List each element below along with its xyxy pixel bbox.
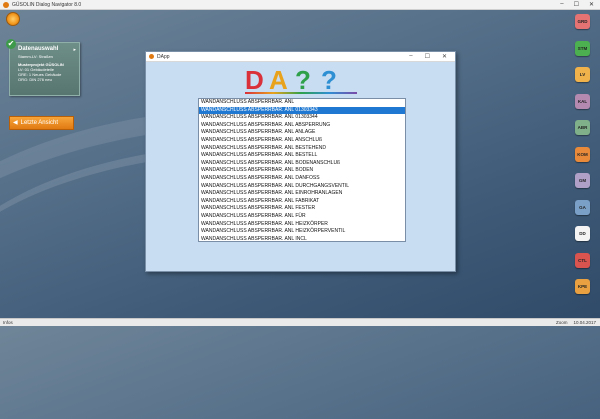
- zoom-label: Zoom: [555, 320, 568, 325]
- close-button[interactable]: ✕: [589, 1, 594, 8]
- status-info: Infos: [3, 320, 13, 325]
- logo-letter-a: A: [269, 67, 288, 91]
- checkmark-icon: ✔: [6, 39, 16, 49]
- list-item[interactable]: WANDANSCHLUSS ABSPERRBAR. ANL FABRIKAT: [199, 198, 405, 206]
- dialog-title: DApp: [157, 53, 170, 60]
- module-button-abr[interactable]: ABR: [575, 120, 590, 135]
- dialog-window-controls: – ☐ ✕: [409, 53, 447, 60]
- list-item[interactable]: WANDANSCHLUSS ABSPERRBAR. ANL BODEN: [199, 167, 405, 175]
- maximize-button[interactable]: ☐: [574, 1, 579, 8]
- module-button-grd[interactable]: GRD: [575, 14, 590, 29]
- module-button-lv[interactable]: LV: [575, 67, 590, 82]
- logo-letter-p: ?: [295, 67, 311, 91]
- detail-line: ORG: DIN 276 neu: [18, 77, 52, 82]
- dialog-app-icon: [149, 54, 154, 59]
- last-view-label: Letzte Ansicht: [20, 120, 58, 126]
- logo-letter-d: D: [245, 67, 264, 91]
- list-item[interactable]: WANDANSCHLUSS ABSPERRBAR. ANL ANLAGE: [199, 129, 405, 137]
- list-item[interactable]: WANDANSCHLUSS ABSPERRBAR. ANL EINROHRANL…: [199, 190, 405, 198]
- list-item[interactable]: WANDANSCHLUSS ABSPERRBAR. ANL FESTER: [199, 205, 405, 213]
- status-date: 10.04.2017: [573, 320, 596, 325]
- list-item[interactable]: WANDANSCHLUSS ABSPERRBAR. ANL BESTEHEND: [199, 145, 405, 153]
- logo-underline: [245, 92, 357, 94]
- panel-details: Musterprojekt GÜSOLIN LV: 01 Gebäudeteil…: [18, 62, 64, 82]
- list-item[interactable]: WANDANSCHLUSS ABSPERRBAR. ANL 01303343: [199, 106, 405, 115]
- list-item[interactable]: WANDANSCHLUSS ABSPERRBAR. ANL ANSCHLUß: [199, 137, 405, 145]
- module-button-gm[interactable]: GM: [575, 173, 590, 188]
- list-item[interactable]: WANDANSCHLUSS ABSPERRBAR. ANL DURCHGANGS…: [199, 183, 405, 191]
- app-icon: [3, 1, 9, 8]
- dialog-maximize-button[interactable]: ☐: [425, 53, 430, 60]
- minimize-button[interactable]: –: [560, 1, 563, 8]
- list-item[interactable]: WANDANSCHLUSS ABSPERRBAR. ANL HEIZKÖRPER…: [199, 228, 405, 236]
- list-item[interactable]: WANDANSCHLUSS ABSPERRBAR. ANL: [199, 99, 405, 107]
- module-button-kpe[interactable]: KPE: [575, 279, 590, 294]
- list-item[interactable]: WANDANSCHLUSS ABSPERRBAR. ANL DANFOSS: [199, 175, 405, 183]
- dapp-logo: D A ? ?: [245, 67, 337, 91]
- arrow-right-icon: ▸: [73, 47, 76, 53]
- module-button-ga[interactable]: GA: [575, 199, 590, 215]
- search-result-list[interactable]: WANDANSCHLUSS ABSPERRBAR. ANL WANDANSCHLU…: [198, 98, 406, 242]
- module-button-kal[interactable]: KAL: [575, 93, 590, 109]
- app-title: GÜSOLIN Dialog Navigator 8.0: [12, 1, 82, 8]
- dialog-close-button[interactable]: ✕: [442, 53, 447, 60]
- module-button-dd[interactable]: DD: [575, 226, 590, 241]
- list-item[interactable]: WANDANSCHLUSS ABSPERRBAR. ANL BODENANSCH…: [199, 160, 405, 168]
- module-button-ctl[interactable]: CTL: [575, 252, 590, 268]
- app-logo-icon[interactable]: [6, 12, 20, 26]
- back-arrow-icon: ◀: [13, 120, 18, 126]
- app-titlebar: GÜSOLIN Dialog Navigator 8.0 – ☐ ✕: [0, 0, 600, 10]
- list-item[interactable]: WANDANSCHLUSS ABSPERRBAR. ANL 01303344: [199, 114, 405, 122]
- panel-subtitle: Stamm-LV: Straßen: [18, 54, 53, 59]
- panel-title: Datenauswahl: [18, 46, 59, 52]
- list-item[interactable]: WANDANSCHLUSS ABSPERRBAR. ANL INCL: [199, 236, 405, 241]
- status-right: Zoom 10.04.2017: [556, 320, 596, 325]
- status-bar: Infos Zoom 10.04.2017: [0, 318, 600, 326]
- module-button-kom[interactable]: KOM: [575, 146, 590, 162]
- window-controls: – ☐ ✕: [560, 1, 594, 8]
- last-view-button[interactable]: ◀ Letzte Ansicht: [9, 116, 74, 130]
- list-item[interactable]: WANDANSCHLUSS ABSPERRBAR. ANL HEIZKÖRPER: [199, 221, 405, 229]
- dialog-titlebar: DApp – ☐ ✕: [146, 52, 455, 62]
- dialog-minimize-button[interactable]: –: [409, 53, 412, 60]
- list-item[interactable]: WANDANSCHLUSS ABSPERRBAR. ANL ABSPERRUNG: [199, 122, 405, 130]
- dapp-dialog: DApp – ☐ ✕ D A ? ? WANDANSCHLUSS ABSPERR…: [145, 51, 456, 272]
- module-button-stm[interactable]: STM: [575, 40, 590, 56]
- database-selection-panel[interactable]: ✔ Datenauswahl ▸ Stamm-LV: Straßen Muste…: [6, 39, 80, 96]
- logo-letter-p: ?: [321, 67, 337, 91]
- list-item[interactable]: WANDANSCHLUSS ABSPERRBAR. ANL BESTELL: [199, 152, 405, 160]
- list-item[interactable]: WANDANSCHLUSS ABSPERRBAR. ANL FÜR: [199, 213, 405, 221]
